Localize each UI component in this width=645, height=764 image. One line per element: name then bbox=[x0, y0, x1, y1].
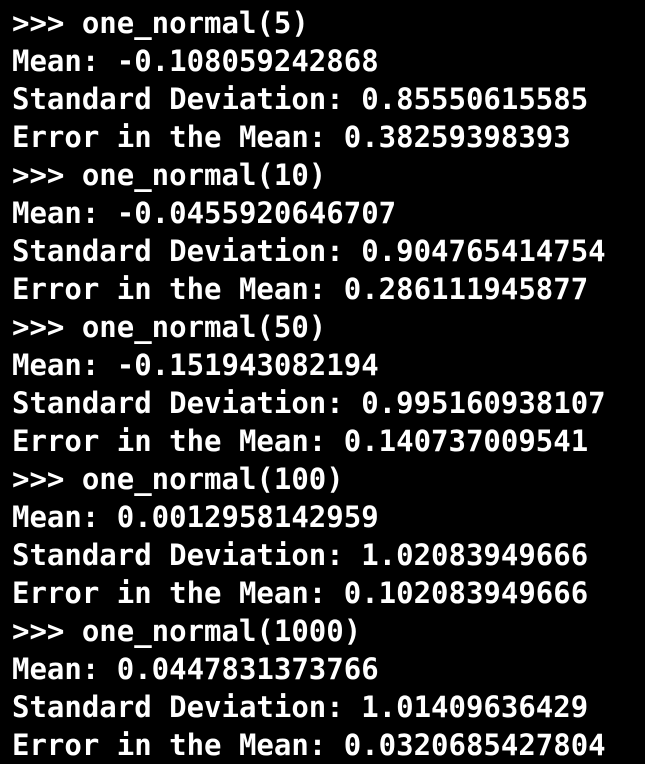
terminal-output[interactable]: >>> one_normal(5) Mean: -0.108059242868 … bbox=[0, 0, 645, 762]
mean-output-line: Mean: -0.108059242868 bbox=[12, 44, 379, 78]
prompt-line: >>> one_normal(50) bbox=[12, 310, 327, 344]
std-deviation-output-line: Standard Deviation: 0.904765414754 bbox=[12, 234, 606, 268]
error-in-mean-output-line: Error in the Mean: 0.140737009541 bbox=[12, 424, 589, 458]
std-deviation-output-line: Standard Deviation: 0.995160938107 bbox=[12, 386, 606, 420]
prompt-line: >>> one_normal(10) bbox=[12, 158, 327, 192]
mean-output-line: Mean: -0.151943082194 bbox=[12, 348, 379, 382]
mean-output-line: Mean: -0.0455920646707 bbox=[12, 196, 397, 230]
mean-output-line: Mean: 0.0447831373766 bbox=[12, 652, 379, 686]
prompt-line: >>> one_normal(5) bbox=[12, 6, 309, 40]
std-deviation-output-line: Standard Deviation: 1.01409636429 bbox=[12, 690, 589, 724]
std-deviation-output-line: Standard Deviation: 1.02083949666 bbox=[12, 538, 589, 572]
error-in-mean-output-line: Error in the Mean: 0.102083949666 bbox=[12, 576, 589, 610]
mean-output-line: Mean: 0.0012958142959 bbox=[12, 500, 379, 534]
error-in-mean-output-line: Error in the Mean: 0.0320685427804 bbox=[12, 728, 606, 762]
error-in-mean-output-line: Error in the Mean: 0.286111945877 bbox=[12, 272, 589, 306]
prompt-line: >>> one_normal(1000) bbox=[12, 614, 362, 648]
std-deviation-output-line: Standard Deviation: 0.85550615585 bbox=[12, 82, 589, 116]
prompt-line: >>> one_normal(100) bbox=[12, 462, 344, 496]
error-in-mean-output-line: Error in the Mean: 0.38259398393 bbox=[12, 120, 571, 154]
